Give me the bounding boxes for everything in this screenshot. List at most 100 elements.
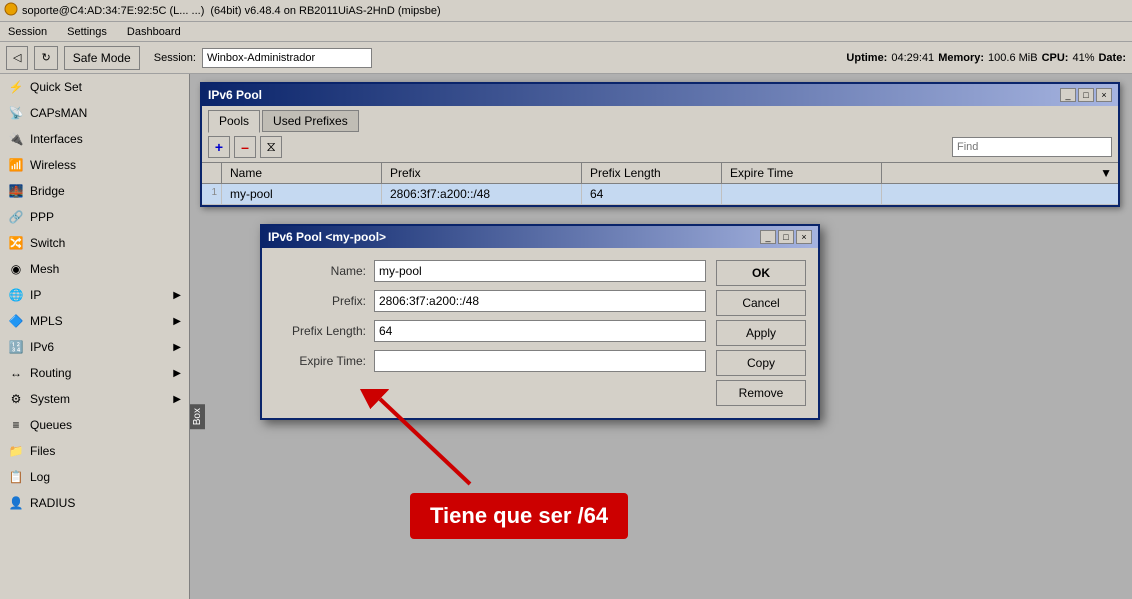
ipv6-pool-window: IPv6 Pool _ □ × Pools Used Prefixes + – … <box>200 82 1120 207</box>
ok-button[interactable]: OK <box>716 260 806 286</box>
buttons-section: OK Cancel Apply Copy Remove <box>716 260 806 406</box>
col-arrow[interactable]: ▼ <box>1094 163 1118 183</box>
menu-dashboard[interactable]: Dashboard <box>123 25 185 39</box>
col-prefix-length: Prefix Length <box>582 163 722 183</box>
winbox-tab[interactable]: Box <box>190 404 205 429</box>
menu-settings[interactable]: Settings <box>63 25 111 39</box>
annotation-label: Tiene que ser /64 <box>410 493 628 539</box>
cancel-button[interactable]: Cancel <box>716 290 806 316</box>
prefix-length-row: Prefix Length: <box>274 320 706 342</box>
sidebar-item-ppp[interactable]: 🔗PPP <box>0 204 189 230</box>
mpls-icon: 🔷 <box>8 313 24 329</box>
mesh-icon: ◉ <box>8 261 24 277</box>
tab-pools[interactable]: Pools <box>208 110 260 133</box>
sidebar-item-switch[interactable]: 🔀Switch <box>0 230 189 256</box>
cpu-label: CPU: <box>1042 52 1069 64</box>
sidebar-item-interfaces[interactable]: 🔌 Interfaces <box>0 126 189 152</box>
routing-arrow-icon: ▶ <box>173 368 181 379</box>
col-name: Name <box>222 163 382 183</box>
sidebar: ⚡Quick Set 📡 CAPsMAN 🔌 Interfaces 📶Wireless 🌉 B… <box>0 74 190 599</box>
system-icon: ⚙ <box>8 391 24 407</box>
sidebar-label-ipv6: IPv6 <box>30 340 54 354</box>
session-input[interactable] <box>202 48 372 68</box>
prefix-input[interactable] <box>374 290 706 312</box>
sidebar-item-quick-set[interactable]: ⚡Quick Set <box>0 74 189 100</box>
interfaces-icon: 🔌 <box>8 131 24 147</box>
sidebar-item-mesh[interactable]: ◉ Mesh <box>0 256 189 282</box>
expire-time-input[interactable] <box>374 350 706 372</box>
find-input[interactable] <box>952 137 1112 157</box>
close-button[interactable]: × <box>1096 88 1112 102</box>
sidebar-item-ipv6[interactable]: 🔢IPv6▶ <box>0 334 189 360</box>
name-input[interactable] <box>374 260 706 282</box>
window-tabs: Pools Used Prefixes <box>202 106 1118 132</box>
dialog-close-button[interactable]: × <box>796 230 812 244</box>
title-bar: soporte@C4:AD:34:7E:92:5C (L... ...) (64… <box>0 0 1132 22</box>
title-bar-text: soporte@C4:AD:34:7E:92:5C (L... ...) <box>22 5 204 17</box>
minimize-button[interactable]: _ <box>1060 88 1076 102</box>
prefix-length-input[interactable] <box>374 320 706 342</box>
copy-button[interactable]: Copy <box>716 350 806 376</box>
apply-button[interactable]: Apply <box>716 320 806 346</box>
dialog-minimize-button[interactable]: _ <box>760 230 776 244</box>
sidebar-item-files[interactable]: 📁Files <box>0 438 189 464</box>
prefix-label: Prefix: <box>274 294 374 308</box>
table-row[interactable]: 1 my-pool 2806:3f7:a200::/48 64 <box>202 184 1118 205</box>
menu-session[interactable]: Session <box>4 25 51 39</box>
expire-time-row: Expire Time: <box>274 350 706 372</box>
switch-icon: 🔀 <box>8 235 24 251</box>
sidebar-label-capsman: CAPsMAN <box>30 106 87 120</box>
sidebar-item-mpls[interactable]: 🔷MPLS▶ <box>0 308 189 334</box>
sidebar-label-system: System <box>30 392 70 406</box>
maximize-button[interactable]: □ <box>1078 88 1094 102</box>
uptime-value: 04:29:41 <box>891 52 934 64</box>
sidebar-label-ip: IP <box>30 288 41 302</box>
content-area: IPv6 Pool _ □ × Pools Used Prefixes + – … <box>190 74 1132 599</box>
sidebar-label-wireless: Wireless <box>30 158 76 172</box>
sidebar-item-bridge[interactable]: 🌉 Bridge <box>0 178 189 204</box>
sidebar-item-routing[interactable]: ↔Routing▶ <box>0 360 189 386</box>
sidebar-label-mesh: Mesh <box>30 262 59 276</box>
window-toolbar: + – ⧖ <box>202 132 1118 163</box>
sidebar-label-radius: RADIUS <box>30 496 75 510</box>
quick-set-icon: ⚡ <box>8 79 24 95</box>
sidebar-item-system[interactable]: ⚙ System ▶ <box>0 386 189 412</box>
row-name: my-pool <box>222 184 382 204</box>
mpls-arrow-icon: ▶ <box>173 316 181 327</box>
form-section: Name: Prefix: Prefix Length: Expire Time… <box>274 260 706 406</box>
sidebar-label-routing: Routing <box>30 366 71 380</box>
refresh-button[interactable]: ↻ <box>34 46 57 70</box>
date-label: Date: <box>1098 52 1126 64</box>
row-number: 1 <box>202 184 222 204</box>
prefix-row: Prefix: <box>274 290 706 312</box>
sidebar-item-wireless[interactable]: 📶Wireless <box>0 152 189 178</box>
remove-button[interactable]: – <box>234 136 256 158</box>
add-button[interactable]: + <box>208 136 230 158</box>
tab-used-prefixes[interactable]: Used Prefixes <box>262 110 359 132</box>
sidebar-label-bridge: Bridge <box>30 184 65 198</box>
sidebar-label-interfaces: Interfaces <box>30 132 83 146</box>
window-controls: _ □ × <box>1060 88 1112 102</box>
ip-icon: 🌐 <box>8 287 24 303</box>
col-expire-time: Expire Time <box>722 163 882 183</box>
row-prefix-length: 64 <box>582 184 722 204</box>
sidebar-item-log[interactable]: 📋Log <box>0 464 189 490</box>
log-icon: 📋 <box>8 469 24 485</box>
sidebar-label-queues: Queues <box>30 418 72 432</box>
name-row: Name: <box>274 260 706 282</box>
system-arrow-icon: ▶ <box>173 394 181 405</box>
safe-mode-button[interactable]: Safe Mode <box>64 46 140 70</box>
dialog-maximize-button[interactable]: □ <box>778 230 794 244</box>
sidebar-item-queues[interactable]: ≡Queues <box>0 412 189 438</box>
cpu-value: 41% <box>1072 52 1094 64</box>
back-icon: ◁ <box>13 51 21 64</box>
bridge-icon: 🌉 <box>8 183 24 199</box>
back-button[interactable]: ◁ <box>6 46 28 70</box>
sidebar-item-capsman[interactable]: 📡 CAPsMAN <box>0 100 189 126</box>
remove-button-dialog[interactable]: Remove <box>716 380 806 406</box>
radius-icon: 👤 <box>8 495 24 511</box>
sidebar-item-ip[interactable]: 🌐IP▶ <box>0 282 189 308</box>
sidebar-item-radius[interactable]: 👤 RADIUS <box>0 490 189 516</box>
filter-button[interactable]: ⧖ <box>260 136 282 158</box>
capsman-icon: 📡 <box>8 105 24 121</box>
